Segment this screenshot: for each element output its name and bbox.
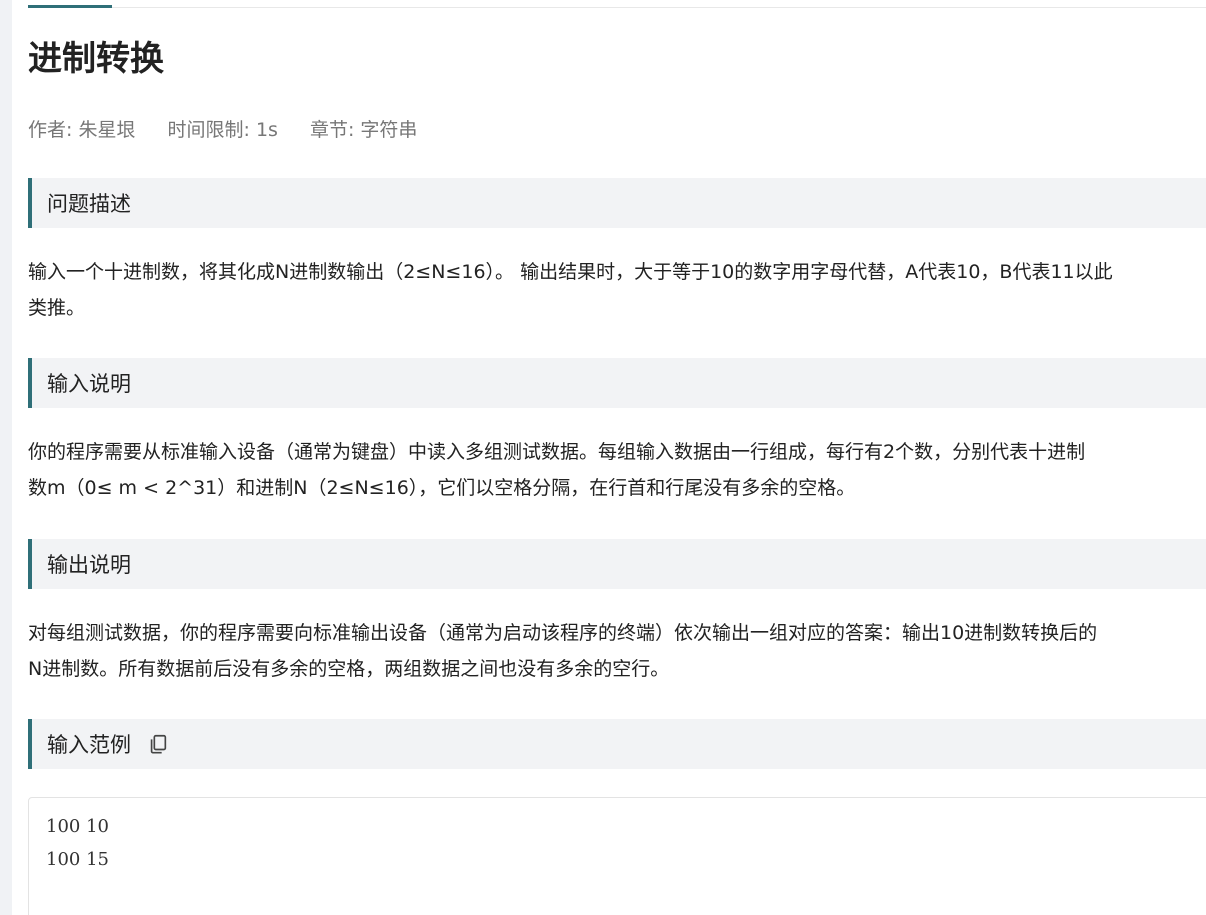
description-heading-label: 问题描述 <box>47 192 131 216</box>
copy-icon[interactable] <box>147 733 169 755</box>
left-edge-panel <box>0 0 12 915</box>
output-line: N进制数。所有数据前后没有多余的空格，两组数据之间也没有多余的空行。 <box>28 658 670 680</box>
output-line: 对每组测试数据，你的程序需要向标准输出设备（通常为启动该程序的终端）依次输出一组… <box>28 622 1098 644</box>
sample-input-line: 100 15 <box>46 849 109 870</box>
author-label: 作者: 朱星垠 <box>28 119 136 141</box>
output-text: 对每组测试数据，你的程序需要向标准输出设备（通常为启动该程序的终端）依次输出一组… <box>28 615 1206 687</box>
problem-title: 进制转换 <box>28 39 164 79</box>
tab-divider <box>28 7 1206 8</box>
input-line: 数m（0≤ m < 2^31）和进制N（2≤N≤16），它们以空格分隔，在行首和… <box>28 477 856 499</box>
sample-input-heading: 输入范例 <box>28 719 1206 769</box>
chapter-label: 章节: 字符串 <box>309 119 418 141</box>
problem-meta: 作者: 朱星垠 时间限制: 1s 章节: 字符串 <box>28 116 443 144</box>
description-heading: 问题描述 <box>28 178 1206 228</box>
input-text: 你的程序需要从标准输入设备（通常为键盘）中读入多组测试数据。每组输入数据由一行组… <box>28 434 1206 506</box>
sample-input-line: 100 10 <box>46 816 109 837</box>
description-line: 输入一个十进制数，将其化成N进制数输出（2≤N≤16）。 输出结果时，大于等于1… <box>28 261 1113 283</box>
description-text: 输入一个十进制数，将其化成N进制数输出（2≤N≤16）。 输出结果时，大于等于1… <box>28 254 1206 326</box>
output-heading: 输出说明 <box>28 539 1206 589</box>
input-line: 你的程序需要从标准输入设备（通常为键盘）中读入多组测试数据。每组输入数据由一行组… <box>28 441 1086 463</box>
output-heading-label: 输出说明 <box>47 553 131 577</box>
sample-input-box[interactable]: 100 10 100 15 <box>28 797 1206 915</box>
active-tab-indicator <box>28 5 112 8</box>
input-heading-label: 输入说明 <box>47 372 131 396</box>
description-line: 类推。 <box>28 297 86 319</box>
time-limit-label: 时间限制: 1s <box>167 119 278 141</box>
input-heading: 输入说明 <box>28 358 1206 408</box>
problem-page: 进制转换 作者: 朱星垠 时间限制: 1s 章节: 字符串 问题描述 输入一个十… <box>0 0 1206 915</box>
sample-input-heading-label: 输入范例 <box>47 733 131 757</box>
